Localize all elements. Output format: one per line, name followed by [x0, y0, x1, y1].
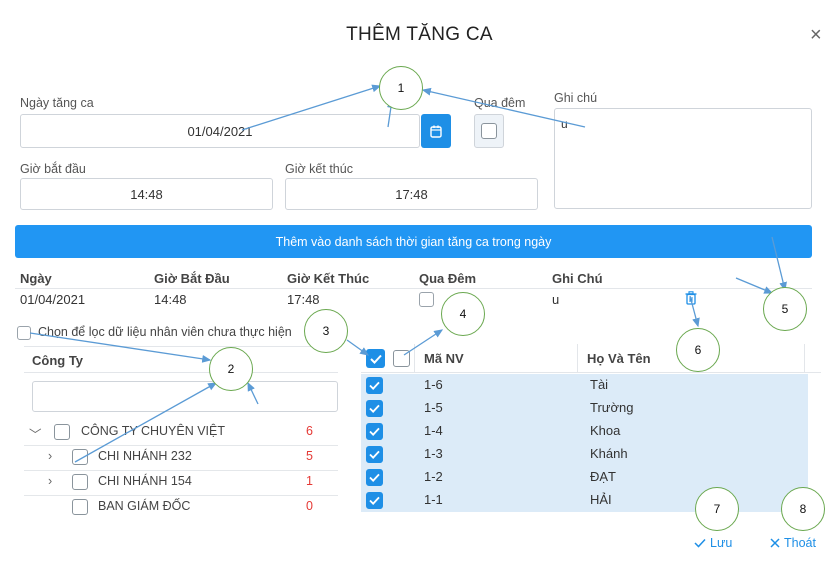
annotation-arrow	[241, 84, 382, 131]
annotation-arrow	[421, 87, 586, 128]
annotation-5: 5	[763, 287, 807, 331]
annotation-arrow	[735, 277, 774, 294]
annotation-1: 1	[379, 66, 423, 110]
annotation-2: 2	[209, 347, 253, 391]
annotation-arrow	[247, 381, 259, 405]
annotation-arrow	[771, 236, 787, 292]
annotation-3: 3	[304, 309, 348, 353]
annotation-4: 4	[441, 292, 485, 336]
annotation-arrow	[74, 382, 218, 463]
annotation-arrow	[403, 329, 444, 356]
annotation-arrow	[346, 339, 370, 356]
annotation-8: 8	[781, 487, 825, 531]
annotation-arrow	[29, 332, 212, 363]
annotation-arrow	[689, 295, 700, 328]
annotation-6: 6	[676, 328, 720, 372]
annotation-7: 7	[695, 487, 739, 531]
